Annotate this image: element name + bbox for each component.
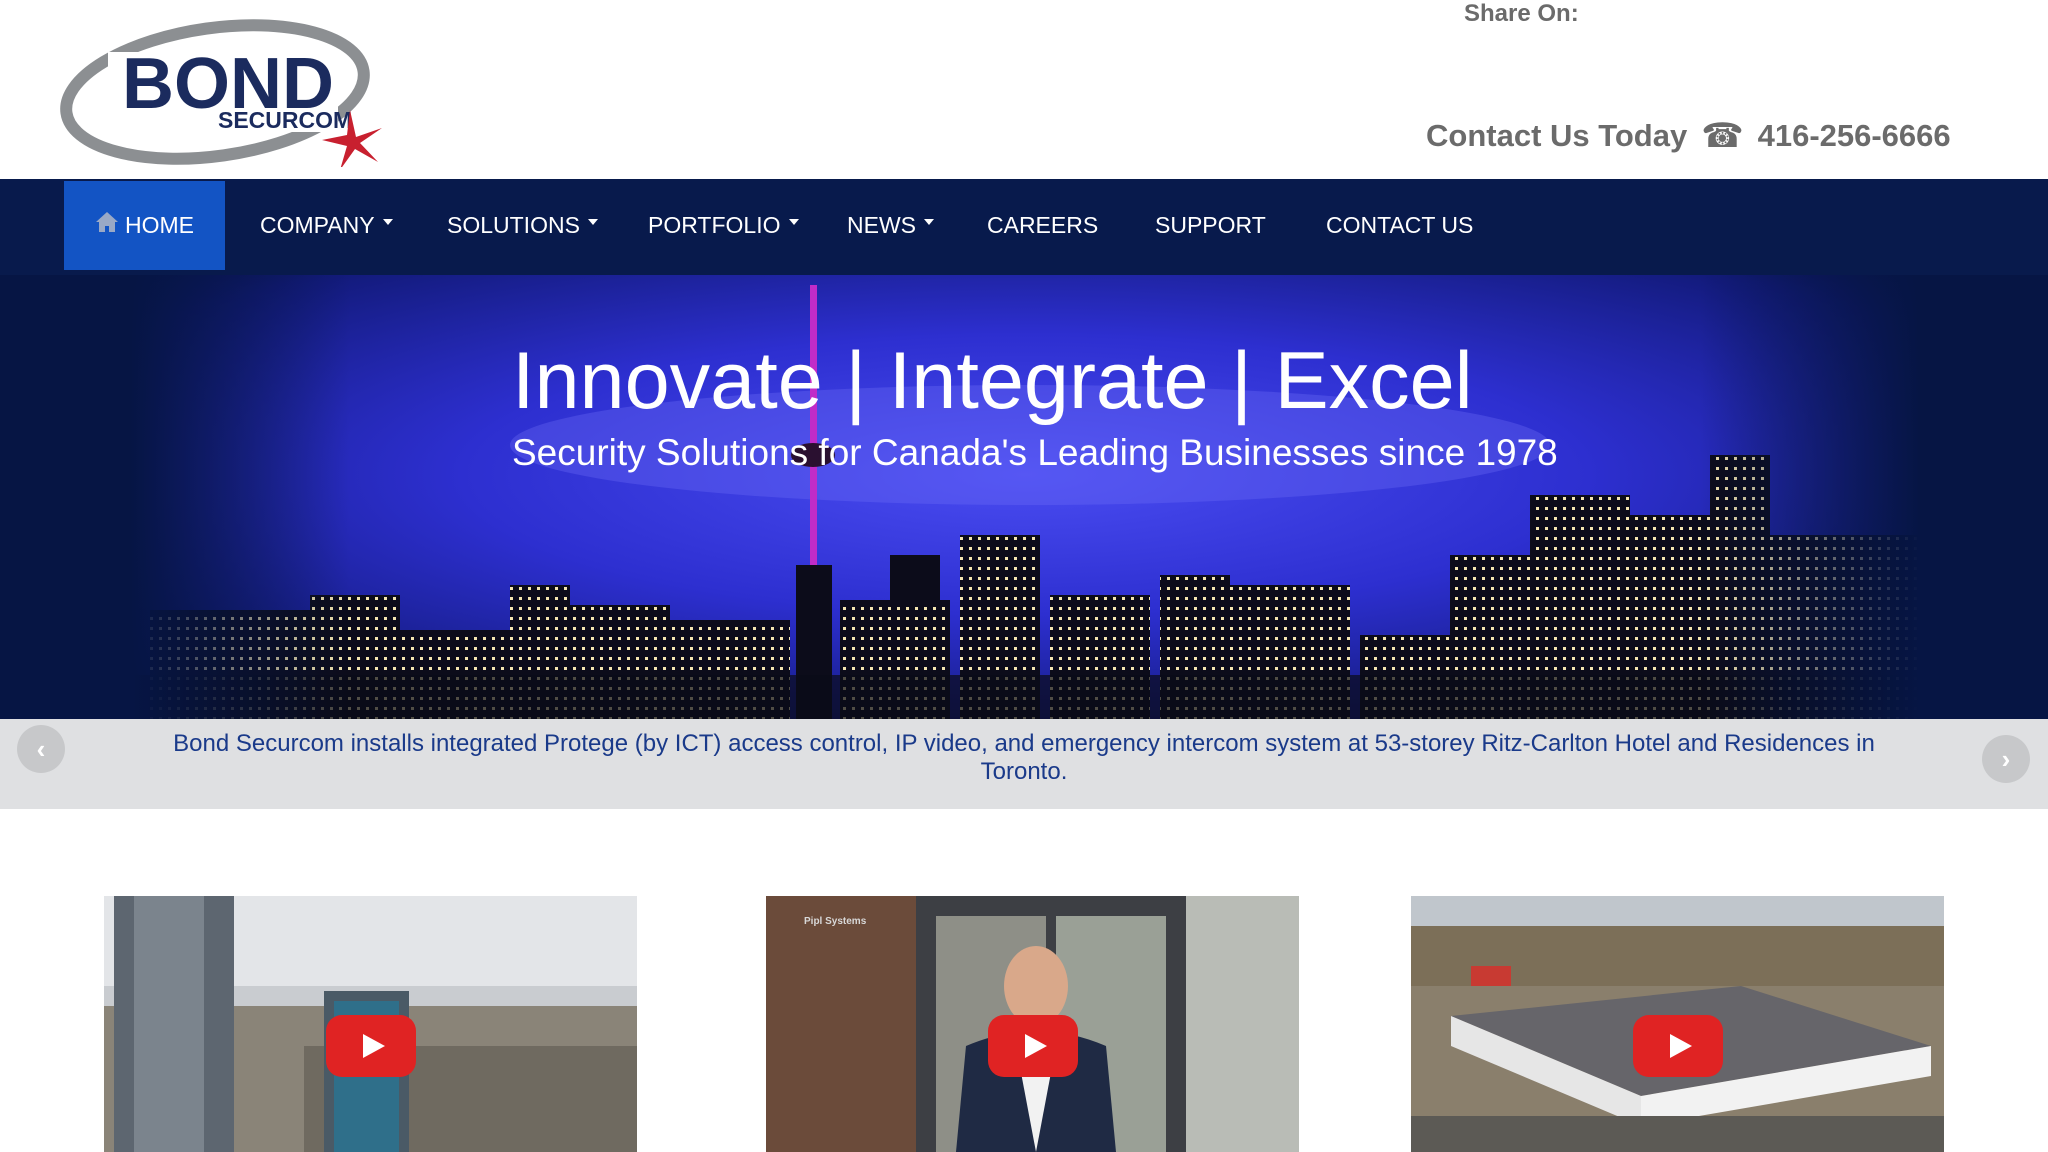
nav-item-label: CONTACT US [1326, 212, 1474, 238]
nav-item-careers[interactable]: CAREERS [987, 181, 1098, 270]
nav-item-label: PORTFOLIO [648, 212, 781, 238]
phone-number[interactable]: 416-256-6666 [1758, 118, 1951, 154]
nav-item-label: COMPANY [260, 212, 375, 238]
hero-subtitle: Security Solutions for Canada's Leading … [512, 432, 1558, 473]
main-navigation: HOME COMPANY SOLUTIONS PORTFOLIO NEWS CA… [0, 179, 2048, 275]
bond-securcom-logo[interactable]: BOND SECURCOM [60, 12, 390, 170]
video-thumbnail-towers[interactable] [104, 896, 637, 1152]
site-header: BOND SECURCOM Share On: Contact Us Today… [0, 0, 2048, 179]
chevron-left-icon[interactable]: ‹ [17, 725, 65, 773]
home-icon [96, 211, 118, 232]
caret-down-icon [788, 218, 799, 225]
nav-item-contact-us[interactable]: CONTACT US [1326, 181, 1473, 270]
video-thumbnail-aerial-building[interactable] [1411, 896, 1944, 1152]
nav-item-label: CAREERS [987, 212, 1099, 238]
play-icon[interactable] [325, 1015, 416, 1077]
carousel-caption[interactable]: Bond Securcom installs integrated Proteg… [150, 730, 1898, 786]
play-icon[interactable] [1632, 1015, 1723, 1077]
pipl-systems-label: Pipl Systems [804, 916, 867, 927]
nav-item-solutions[interactable]: SOLUTIONS [447, 181, 598, 270]
caret-down-icon [924, 218, 934, 225]
contact-label: Contact Us Today [1426, 118, 1688, 153]
play-icon[interactable] [987, 1015, 1078, 1077]
hero-banner: Innovate | Integrate | Excel Security So… [0, 275, 2048, 719]
nav-item-support[interactable]: SUPPORT [1155, 181, 1266, 270]
logo-subtext: SECURCOM [218, 107, 352, 133]
nav-item-company[interactable]: COMPANY [260, 181, 393, 270]
nav-item-label: NEWS [847, 212, 916, 238]
video-thumbnail-pipl-systems[interactable]: Pipl Systems [766, 896, 1299, 1152]
nav-item-home[interactable]: HOME [64, 181, 225, 270]
hero-title: Innovate | Integrate | Excel [512, 336, 1473, 426]
nav-item-label: SOLUTIONS [447, 212, 580, 238]
chevron-right-icon[interactable]: › [1982, 735, 2030, 783]
nav-item-portfolio[interactable]: PORTFOLIO [648, 181, 799, 270]
caret-down-icon [587, 218, 598, 225]
carousel-caption-bar: ‹ Bond Securcom installs integrated Prot… [0, 719, 2048, 809]
nav-item-label: SUPPORT [1155, 212, 1266, 238]
nav-item-news[interactable]: NEWS [847, 181, 934, 270]
share-label: Share On: [1464, 0, 1579, 27]
nav-item-label: HOME [125, 212, 194, 238]
phone-icon: ☎ [1701, 117, 1744, 155]
caret-down-icon [382, 218, 393, 225]
contact-block[interactable]: Contact Us Today ☎ 416-256-6666 [1426, 118, 1951, 154]
